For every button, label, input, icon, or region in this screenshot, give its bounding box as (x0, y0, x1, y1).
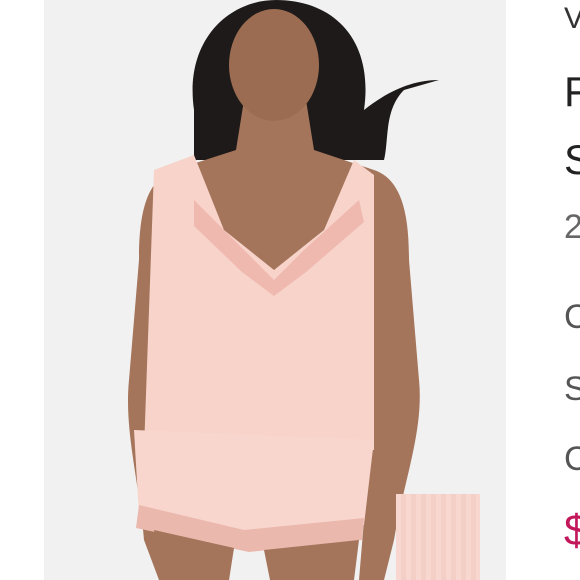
reviews-count[interactable]: 2 (564, 208, 580, 247)
left-margin (0, 0, 44, 580)
option-row-1[interactable]: C (564, 298, 580, 337)
product-title-line-2: S (564, 136, 580, 183)
color-swatch-thumbnail[interactable] (396, 494, 480, 580)
product-title-line-1: F (564, 68, 580, 115)
price-label: $ (564, 506, 580, 555)
option-row-3[interactable]: C (564, 440, 580, 479)
model-illustration (127, 0, 439, 580)
option-row-2[interactable]: S (564, 370, 580, 409)
brand-name[interactable]: V (564, 2, 580, 36)
product-info-panel: V F S 2 C S C $ (506, 0, 580, 580)
product-photo[interactable] (44, 0, 506, 580)
